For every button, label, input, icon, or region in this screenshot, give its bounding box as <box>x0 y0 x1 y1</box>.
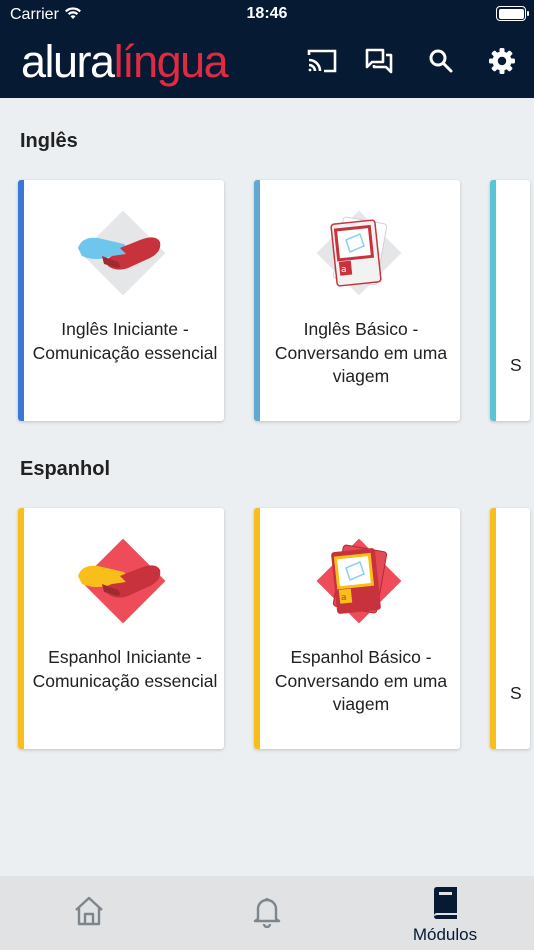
card-stripe <box>490 508 496 749</box>
battery-icon <box>496 6 529 21</box>
card-title: S <box>510 683 522 703</box>
module-card[interactable]: a Inglês Básico - Conversando em uma via… <box>254 180 460 421</box>
module-card-partial[interactable]: S <box>490 508 530 749</box>
book-icon <box>430 886 460 925</box>
nav-modulos-label: Módulos <box>412 925 478 944</box>
tickets-icon: a <box>304 198 414 308</box>
card-stripe <box>18 180 24 421</box>
section-title-ingles: Inglês <box>20 130 78 152</box>
forum-icon[interactable] <box>362 44 396 78</box>
section-title-espanhol: Espanhol <box>20 458 111 480</box>
status-bar: Carrier 18:46 <box>0 0 534 30</box>
card-stripe <box>254 180 260 421</box>
app-header: Carrier 18:46 aluralíngua <box>0 0 534 98</box>
card-stripe <box>254 508 260 749</box>
nav-modulos[interactable]: Módulos <box>400 876 490 950</box>
svg-text:a: a <box>341 593 347 603</box>
tickets-icon: a <box>304 526 414 636</box>
svg-text:a: a <box>341 265 347 275</box>
status-time: 18:46 <box>246 5 288 22</box>
gear-icon[interactable] <box>485 44 519 78</box>
nav-notifications[interactable] <box>236 876 298 950</box>
module-card[interactable]: Inglês Iniciante - Comunicação essencial <box>18 180 224 421</box>
app-logo: aluralíngua <box>21 34 229 90</box>
card-title: S <box>510 355 522 375</box>
bottom-nav: Módulos <box>0 876 534 950</box>
module-card[interactable]: a Espanhol Básico - Conversando em uma v… <box>254 508 460 749</box>
card-stripe <box>18 508 24 749</box>
nav-home[interactable] <box>58 876 120 950</box>
card-title: Inglês Básico - Conversando em uma viage… <box>274 319 448 386</box>
card-title: Espanhol Básico - Conversando em uma via… <box>274 647 448 714</box>
card-stripe <box>490 180 496 421</box>
card-title: Inglês Iniciante - Comunicação essencial <box>32 319 218 363</box>
logo-lingua: língua <box>113 36 229 87</box>
home-icon <box>72 894 106 933</box>
logo-alura: alura <box>21 36 115 87</box>
module-card-partial[interactable]: S <box>490 180 530 421</box>
card-title: Espanhol Iniciante - Comunicação essenci… <box>32 647 218 691</box>
cast-icon[interactable] <box>305 44 339 78</box>
handshake-icon <box>68 198 178 308</box>
handshake-icon <box>68 526 178 636</box>
bell-icon <box>250 894 284 933</box>
search-icon[interactable] <box>424 44 458 78</box>
module-card[interactable]: Espanhol Iniciante - Comunicação essenci… <box>18 508 224 749</box>
